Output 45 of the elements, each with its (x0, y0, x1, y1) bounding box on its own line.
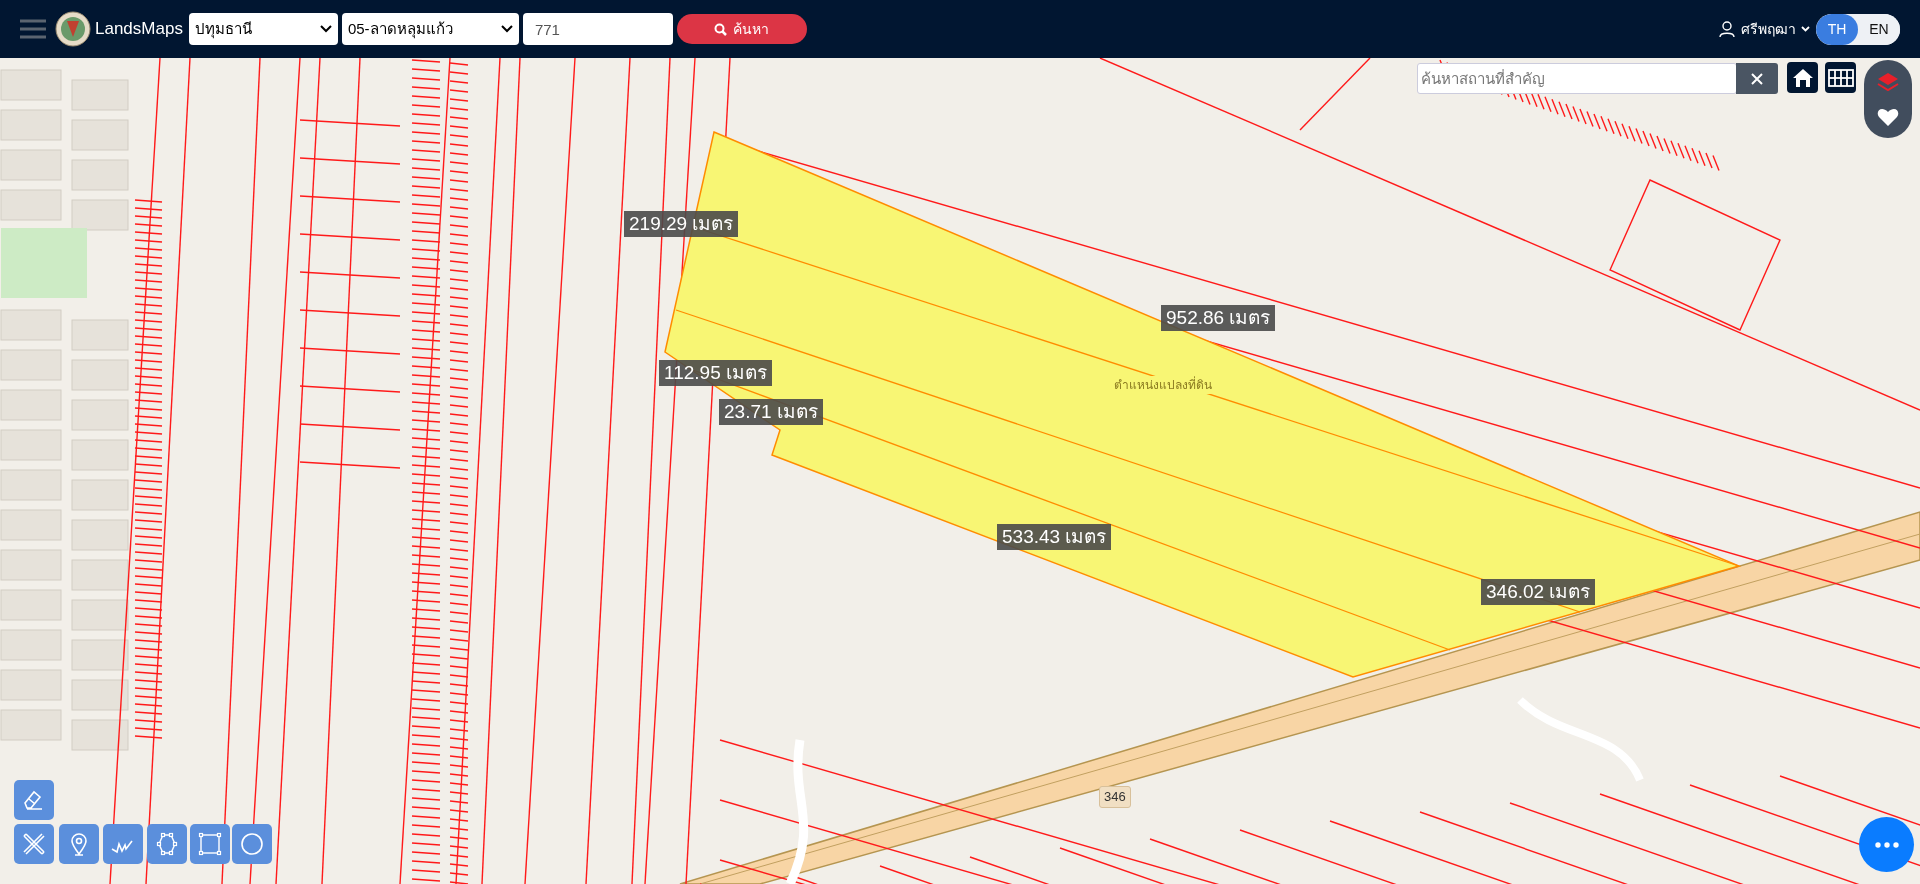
user-name[interactable]: ศรีพฤฒา (1741, 18, 1796, 40)
home-button[interactable] (1787, 62, 1818, 93)
polygon-tool-button[interactable] (147, 824, 187, 864)
app-name: LandsMaps (95, 18, 183, 41)
chevron-down-icon (319, 25, 332, 33)
rectangle-tool-button[interactable] (190, 824, 230, 864)
more-icon (1874, 841, 1899, 848)
pin-tool-button[interactable] (59, 824, 99, 864)
grid-icon (1827, 68, 1854, 87)
distance-label: 533.43 เมตร (997, 524, 1112, 550)
more-button[interactable] (1859, 817, 1914, 872)
language-option[interactable]: TH (1816, 13, 1858, 45)
distance-label: 219.29 เมตร (624, 211, 739, 237)
close-icon (1751, 72, 1763, 85)
parcel-number-field[interactable]: 771 (522, 13, 673, 45)
chevron-down-icon (500, 25, 513, 33)
search-icon (714, 22, 728, 36)
menu-icon[interactable] (20, 19, 46, 39)
layers-icon[interactable] (1877, 71, 1899, 92)
seal-logo-icon (55, 11, 91, 47)
ruler-tool-button[interactable] (14, 824, 54, 864)
grid-button[interactable] (1825, 62, 1856, 93)
home-icon (1791, 66, 1814, 89)
eraser-tool-button[interactable] (14, 780, 54, 820)
user-icon (1719, 20, 1735, 38)
line-tool-button[interactable] (103, 824, 143, 864)
distance-label: 952.86 เมตร (1161, 305, 1276, 331)
circle-tool-button[interactable] (232, 824, 272, 864)
rectangle-icon (197, 831, 223, 857)
road-number-shield: 346 (1099, 786, 1131, 808)
place-search-field[interactable]: ค้นหาสถานที่สำคัญ (1417, 63, 1737, 94)
district-select[interactable]: 05-ลาดหลุมแก้ว (341, 13, 519, 45)
clear-button[interactable] (1736, 63, 1778, 94)
search-button[interactable]: ค้นหา (676, 14, 807, 44)
polygon-icon (154, 831, 180, 857)
map-area[interactable]: 219.29 เมตร 952.86 เมตร 112.95 เมตร 23.71 เมตร 533.43 เมตร 346.02 เมตร ตำแหน่งแปลงที่ดิน 346 ค้นหาสถานที่สำคัญ (0, 58, 1920, 884)
parcel-label: ตำแหน่งแปลงที่ดิน (1114, 376, 1212, 394)
distance-label: 346.02 เมตร (1481, 579, 1596, 605)
chevron-down-icon[interactable] (1801, 26, 1810, 32)
distance-label: 23.71 เมตร (719, 399, 823, 425)
distance-label: 112.95 เมตร (659, 360, 772, 386)
province-select[interactable]: ปทุมธานี (188, 13, 338, 45)
heart-icon[interactable] (1877, 106, 1899, 127)
circle-icon (239, 831, 265, 857)
language-option[interactable]: EN (1858, 13, 1900, 45)
